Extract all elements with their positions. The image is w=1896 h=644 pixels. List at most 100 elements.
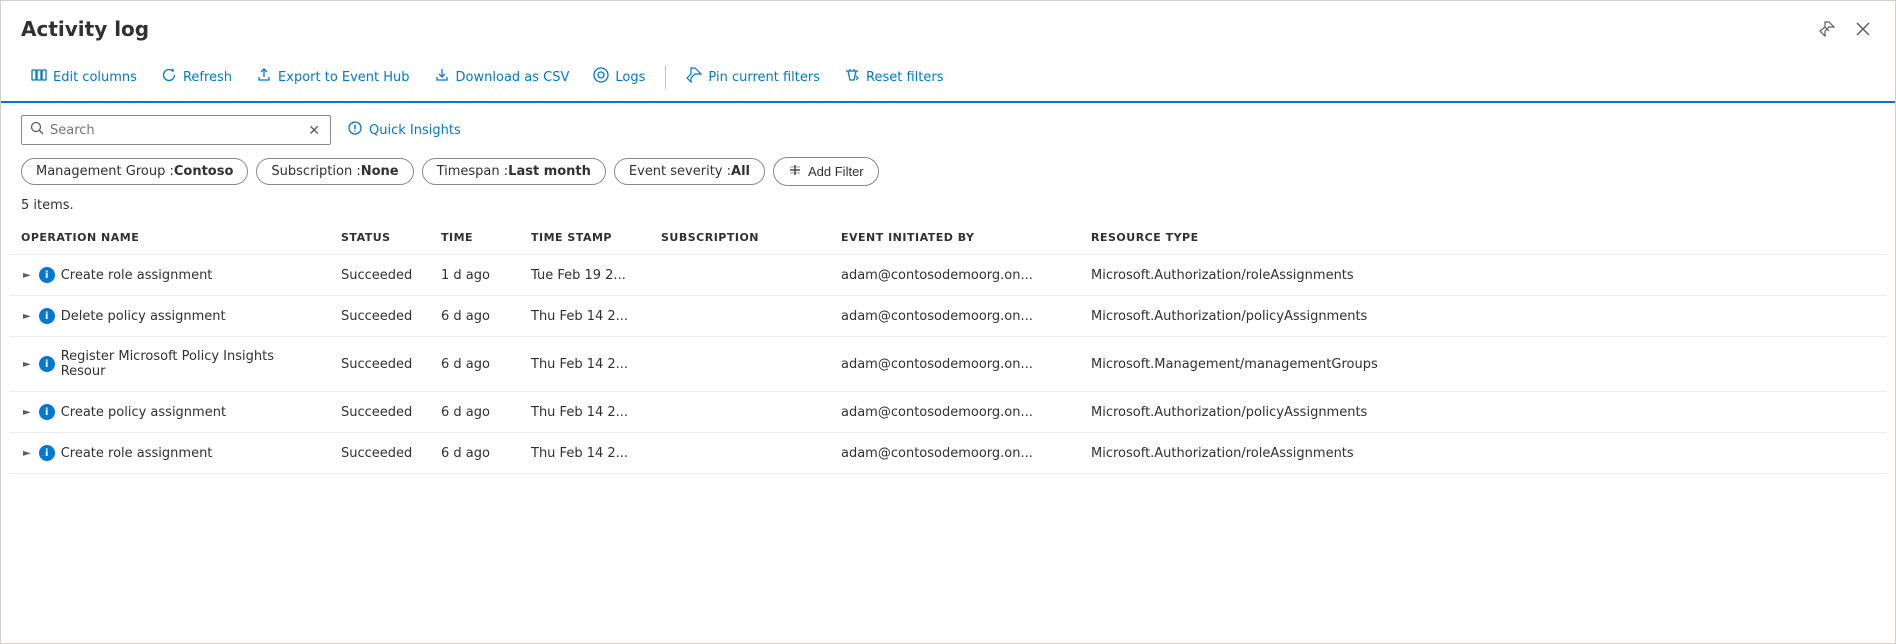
- logs-button[interactable]: Logs: [583, 61, 655, 93]
- initiated-by-cell: adam@contosodemoorg.on...: [829, 255, 1079, 296]
- pin-filter-icon: [686, 67, 702, 87]
- col-header-subscription: SUBSCRIPTION: [649, 221, 829, 255]
- initiated-by-cell: adam@contosodemoorg.on...: [829, 433, 1079, 474]
- export-event-hub-button[interactable]: Export to Event Hub: [246, 61, 420, 93]
- col-header-resource-type: RESOURCE TYPE: [1079, 221, 1887, 255]
- table-row[interactable]: ► i Delete policy assignment Succeeded6 …: [9, 296, 1887, 337]
- status-cell: Succeeded: [329, 337, 429, 392]
- subscription-cell: [649, 296, 829, 337]
- time-cell: 1 d ago: [429, 255, 519, 296]
- table-row[interactable]: ► i Create policy assignment Succeeded6 …: [9, 392, 1887, 433]
- quick-insights-label: Quick Insights: [369, 123, 461, 138]
- resource-type-cell: Microsoft.Authorization/roleAssignments: [1079, 433, 1887, 474]
- page-title: Activity log: [21, 17, 149, 41]
- operation-name: Register Microsoft Policy Insights Resou…: [61, 349, 317, 379]
- time-cell: 6 d ago: [429, 392, 519, 433]
- table-row[interactable]: ► i Register Microsoft Policy Insights R…: [9, 337, 1887, 392]
- resource-type-cell: Microsoft.Authorization/policyAssignment…: [1079, 296, 1887, 337]
- initiated-by-cell: adam@contosodemoorg.on...: [829, 337, 1079, 392]
- time-cell: 6 d ago: [429, 433, 519, 474]
- pin-filters-label: Pin current filters: [708, 70, 820, 85]
- management-group-label: Management Group :: [36, 164, 174, 179]
- add-filter-label: Add Filter: [808, 164, 864, 179]
- export-icon: [256, 67, 272, 87]
- toolbar: Edit columns Refresh Export to Event Hub: [1, 53, 1895, 103]
- add-filter-button[interactable]: Add Filter: [773, 157, 879, 186]
- status-cell: Succeeded: [329, 392, 429, 433]
- edit-columns-icon: [31, 67, 47, 87]
- timespan-label: Timespan :: [437, 164, 509, 179]
- operation-name-cell: ► i Register Microsoft Policy Insights R…: [9, 337, 329, 392]
- search-input[interactable]: [50, 123, 306, 138]
- expand-row-arrow[interactable]: ►: [21, 446, 33, 461]
- operation-name-cell: ► i Create role assignment: [9, 433, 329, 474]
- reset-filters-button[interactable]: Reset filters: [834, 61, 953, 93]
- export-event-hub-label: Export to Event Hub: [278, 70, 410, 85]
- quick-insights-button[interactable]: Quick Insights: [347, 120, 461, 140]
- event-severity-value: All: [731, 164, 750, 179]
- expand-row-arrow[interactable]: ►: [21, 268, 33, 283]
- expand-row-arrow[interactable]: ►: [21, 309, 33, 324]
- time-cell: 6 d ago: [429, 337, 519, 392]
- operation-name: Create role assignment: [61, 268, 213, 283]
- timestamp-cell: Thu Feb 14 2...: [519, 433, 649, 474]
- time-cell: 6 d ago: [429, 296, 519, 337]
- reset-icon: [844, 67, 860, 87]
- timespan-filter[interactable]: Timespan : Last month: [422, 158, 606, 185]
- col-header-timestamp: TIME STAMP: [519, 221, 649, 255]
- subscription-cell: [649, 433, 829, 474]
- initiated-by-cell: adam@contosodemoorg.on...: [829, 296, 1079, 337]
- table-header-row: OPERATION NAME STATUS TIME TIME STAMP SU…: [9, 221, 1887, 255]
- quick-insights-icon: [347, 120, 363, 140]
- event-severity-label: Event severity :: [629, 164, 731, 179]
- refresh-button[interactable]: Refresh: [151, 61, 242, 93]
- title-bar: Activity log: [1, 1, 1895, 53]
- timestamp-cell: Tue Feb 19 2...: [519, 255, 649, 296]
- timestamp-cell: Thu Feb 14 2...: [519, 337, 649, 392]
- download-csv-label: Download as CSV: [456, 70, 570, 85]
- management-group-filter[interactable]: Management Group : Contoso: [21, 158, 248, 185]
- pin-current-filters-button[interactable]: Pin current filters: [676, 61, 830, 93]
- toolbar-separator: [665, 65, 666, 89]
- filters-row: Management Group : Contoso Subscription …: [1, 157, 1895, 198]
- timespan-value: Last month: [508, 164, 591, 179]
- col-header-time: TIME: [429, 221, 519, 255]
- edit-columns-button[interactable]: Edit columns: [21, 61, 147, 93]
- operation-name-cell: ► i Create role assignment: [9, 255, 329, 296]
- subscription-label: Subscription :: [271, 164, 360, 179]
- search-clear-button[interactable]: ✕: [306, 122, 322, 139]
- timestamp-cell: Thu Feb 14 2...: [519, 392, 649, 433]
- refresh-icon: [161, 67, 177, 87]
- logs-label: Logs: [615, 70, 645, 85]
- download-csv-button[interactable]: Download as CSV: [424, 61, 580, 93]
- operation-name: Create policy assignment: [61, 405, 226, 420]
- download-icon: [434, 67, 450, 87]
- event-severity-filter[interactable]: Event severity : All: [614, 158, 765, 185]
- expand-row-arrow[interactable]: ►: [21, 357, 33, 372]
- table-row[interactable]: ► i Create role assignment Succeeded6 d …: [9, 433, 1887, 474]
- operation-name-cell: ► i Delete policy assignment: [9, 296, 329, 337]
- edit-columns-label: Edit columns: [53, 70, 137, 85]
- col-header-operation: OPERATION NAME: [9, 221, 329, 255]
- search-filter-bar: ✕ Quick Insights: [1, 103, 1895, 157]
- operation-name: Delete policy assignment: [61, 309, 226, 324]
- logs-icon: [593, 67, 609, 87]
- info-icon: i: [39, 308, 55, 324]
- reset-filters-label: Reset filters: [866, 70, 943, 85]
- expand-row-arrow[interactable]: ►: [21, 405, 33, 420]
- operation-name: Create role assignment: [61, 446, 213, 461]
- info-icon: i: [39, 445, 55, 461]
- data-table-container: OPERATION NAME STATUS TIME TIME STAMP SU…: [1, 221, 1895, 474]
- initiated-by-cell: adam@contosodemoorg.on...: [829, 392, 1079, 433]
- activity-log-window: Activity log: [0, 0, 1896, 644]
- pin-window-button[interactable]: [1815, 17, 1839, 41]
- search-icon: [30, 121, 44, 139]
- close-window-button[interactable]: [1851, 17, 1875, 41]
- items-count: 5 items.: [1, 198, 1895, 221]
- subscription-filter[interactable]: Subscription : None: [256, 158, 413, 185]
- refresh-label: Refresh: [183, 70, 232, 85]
- search-box: ✕: [21, 115, 331, 145]
- info-icon: i: [39, 356, 55, 372]
- col-header-initiated-by: EVENT INITIATED BY: [829, 221, 1079, 255]
- table-row[interactable]: ► i Create role assignment Succeeded1 d …: [9, 255, 1887, 296]
